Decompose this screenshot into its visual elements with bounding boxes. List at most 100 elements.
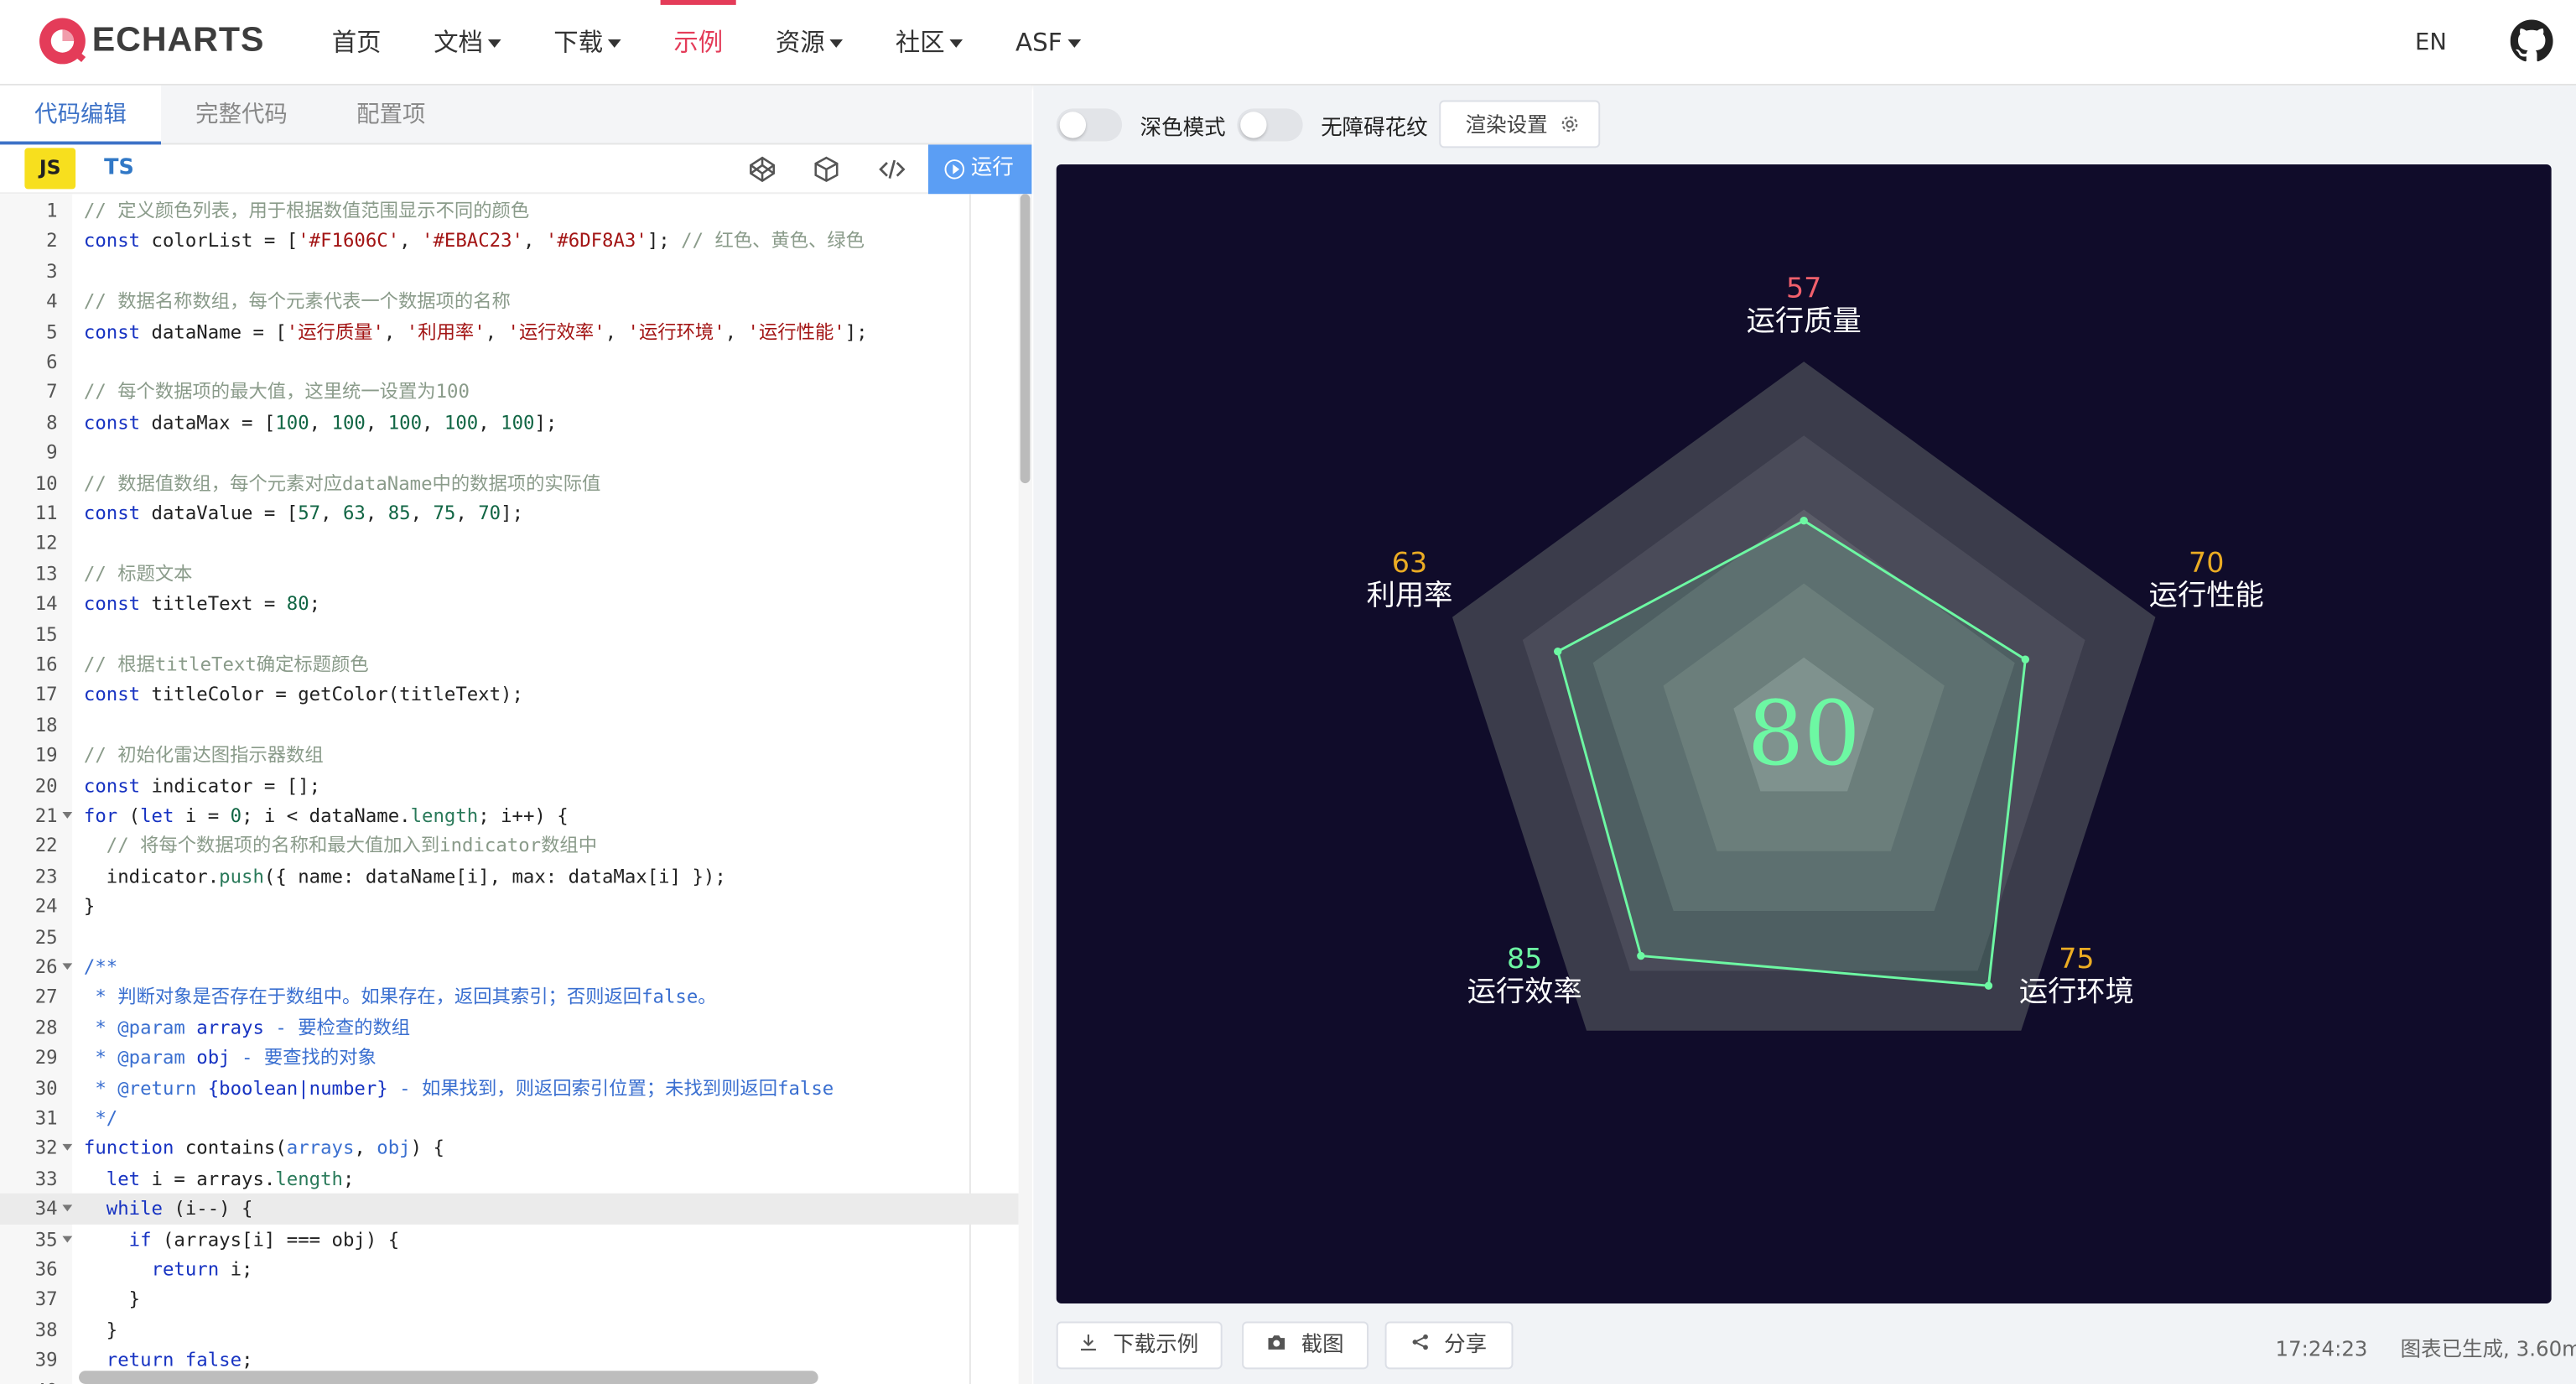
nav-item-label: 下载 bbox=[553, 28, 604, 58]
vertical-scrollbar[interactable] bbox=[1018, 194, 1032, 1384]
line-number: 4 bbox=[46, 289, 58, 313]
horizontal-scroll-thumb[interactable] bbox=[79, 1371, 818, 1384]
line-number: 19 bbox=[34, 743, 58, 767]
line-source: // 初始化雷达图指示器数组 bbox=[83, 743, 324, 767]
camera-icon bbox=[1267, 1323, 1287, 1367]
line-number: 7 bbox=[46, 380, 58, 403]
screenshot-button[interactable]: 截图 bbox=[1242, 1321, 1369, 1370]
caret-down-icon bbox=[829, 39, 844, 48]
render-settings-label: 渲染设置 bbox=[1465, 112, 1548, 137]
render-settings-button[interactable]: 渲染设置 bbox=[1439, 100, 1601, 148]
fold-arrow-icon[interactable] bbox=[62, 1144, 73, 1152]
line-source: for (let i = 0; i < dataName.length; i++… bbox=[83, 804, 569, 827]
line-source: if (arrays[i] === obj) { bbox=[128, 1227, 400, 1251]
codepen-icon[interactable] bbox=[747, 154, 776, 184]
line-number: 15 bbox=[34, 622, 58, 646]
nav-item-3[interactable]: 示例 bbox=[647, 0, 750, 86]
fold-arrow-icon[interactable] bbox=[62, 963, 73, 970]
code-line: 35 if (arrays[i] === obj) { bbox=[0, 1224, 1019, 1254]
code-line: 13 // 标题文本 bbox=[0, 559, 1019, 589]
nav-item-0[interactable]: 首页 bbox=[305, 0, 408, 86]
radar-data-point bbox=[1800, 517, 1808, 525]
fold-arrow-icon[interactable] bbox=[62, 1204, 73, 1212]
line-source: function contains(arrays, obj) { bbox=[83, 1136, 444, 1160]
line-number: 40 bbox=[0, 1375, 58, 1384]
github-icon[interactable] bbox=[2510, 19, 2553, 63]
code-line: 24} bbox=[0, 891, 1019, 921]
radar-data-point bbox=[1637, 951, 1645, 960]
code-line: 14 const titleText = 80; bbox=[0, 589, 1019, 619]
code-line: 31 */ bbox=[0, 1103, 1019, 1133]
code-line: 38 } bbox=[0, 1314, 1019, 1345]
code-line: 33 let i = arrays.length; bbox=[0, 1163, 1019, 1194]
nav-item-6[interactable]: ASF bbox=[989, 0, 1107, 86]
nav-item-label: ASF bbox=[1015, 28, 1062, 58]
run-button[interactable]: 运行 bbox=[927, 144, 1032, 195]
fold-arrow-icon[interactable] bbox=[62, 1235, 73, 1242]
nav-item-4[interactable]: 资源 bbox=[750, 0, 870, 86]
line-source: */ bbox=[83, 1106, 118, 1130]
lang-ts-button[interactable]: TS bbox=[94, 148, 145, 189]
line-source: // 数据名称数组，每个元素代表一个数据项的名称 bbox=[83, 289, 511, 313]
download-icon bbox=[1080, 1323, 1098, 1367]
chart-canvas[interactable]: 80 57 运行质量 63 利用率 85 运行效率 75 运行环境 70 运行性能 bbox=[1056, 164, 2552, 1303]
line-source: * @param obj - 要查找的对象 bbox=[83, 1045, 377, 1069]
code-icon[interactable] bbox=[877, 154, 906, 184]
editor-tab-0[interactable]: 代码编辑 bbox=[0, 85, 162, 145]
nav-item-label: 示例 bbox=[673, 28, 724, 58]
download-button[interactable]: 下载示例 bbox=[1056, 1321, 1223, 1370]
editor-tab-1[interactable]: 完整代码 bbox=[161, 86, 322, 145]
line-number: 20 bbox=[34, 773, 58, 797]
screenshot-label: 截图 bbox=[1301, 1333, 1344, 1358]
code-line: 25 bbox=[0, 922, 1019, 952]
radar-value-label: 63 bbox=[1392, 546, 1427, 579]
line-number: 33 bbox=[34, 1166, 58, 1190]
radar-data-point bbox=[2021, 655, 2030, 663]
code-line: 6 bbox=[0, 346, 1019, 377]
code-line: 16 // 根据titleText确定标题颜色 bbox=[0, 649, 1019, 679]
line-number: 16 bbox=[34, 652, 58, 676]
line-source: * 判断对象是否存在于数组中。如果存在，返回其索引；否则返回false。 bbox=[83, 985, 717, 1009]
line-number: 9 bbox=[46, 440, 58, 464]
echarts-logo[interactable]: ECHARTS bbox=[36, 15, 264, 68]
dark-mode-label: 深色模式 bbox=[1140, 117, 1226, 142]
nav-item-1[interactable]: 文档 bbox=[408, 0, 527, 86]
share-button[interactable]: 分享 bbox=[1384, 1321, 1514, 1370]
play-icon bbox=[944, 159, 965, 180]
line-number: 8 bbox=[46, 410, 58, 434]
language-switch[interactable]: EN bbox=[2415, 0, 2447, 86]
code-line: 37 } bbox=[0, 1284, 1019, 1314]
nav-item-5[interactable]: 社区 bbox=[870, 0, 989, 86]
line-source: const colorList = ['#F1606C', '#EBAC23',… bbox=[83, 229, 865, 252]
lang-js-button[interactable]: JS bbox=[24, 148, 76, 190]
vertical-scroll-thumb[interactable] bbox=[1020, 194, 1031, 484]
editor-tab-2[interactable]: 配置项 bbox=[322, 86, 460, 145]
radar-value-label: 85 bbox=[1507, 942, 1542, 975]
radar-value-label: 70 bbox=[2189, 546, 2224, 579]
decal-label: 无障碍花纹 bbox=[1321, 117, 1428, 142]
line-number: 26 bbox=[34, 955, 58, 978]
line-number: 10 bbox=[34, 471, 58, 495]
line-source: const dataName = ['运行质量', '利用率', '运行效率',… bbox=[83, 320, 868, 343]
nav-item-2[interactable]: 下载 bbox=[527, 0, 647, 86]
code-line: 3 bbox=[0, 256, 1019, 286]
line-number: 18 bbox=[34, 713, 58, 736]
line-source: // 根据titleText确定标题颜色 bbox=[83, 652, 369, 676]
render-status-text: 图表已生成, 3.60ms bbox=[2400, 1336, 2576, 1361]
code-line: 5 const dataName = ['运行质量', '利用率', '运行效率'… bbox=[0, 316, 1019, 346]
dark-mode-toggle[interactable] bbox=[1056, 108, 1123, 142]
code-line: 28 * @param arrays - 要检查的数组 bbox=[0, 1012, 1019, 1043]
nav-item-label: 文档 bbox=[434, 28, 484, 58]
code-line: 4 // 数据名称数组，每个元素代表一个数据项的名称 bbox=[0, 286, 1019, 316]
code-editor[interactable]: 1 // 定义颜色列表，用于根据数值范围显示不同的颜色 2 const colorLi… bbox=[0, 194, 1032, 1384]
fold-arrow-icon[interactable] bbox=[62, 812, 73, 819]
code-line: 34 while (i--) { bbox=[0, 1194, 1019, 1225]
decal-toggle[interactable] bbox=[1237, 108, 1303, 142]
code-line: 8 const dataMax = [100, 100, 100, 100, 10… bbox=[0, 408, 1019, 438]
line-number: 11 bbox=[34, 501, 58, 525]
radar-indicator-label: 运行质量 bbox=[1747, 304, 1862, 338]
codesandbox-icon[interactable] bbox=[812, 154, 841, 184]
code-line: 18 bbox=[0, 710, 1019, 740]
line-number: 34 bbox=[34, 1196, 58, 1220]
radar-indicator-label: 运行效率 bbox=[1467, 975, 1582, 1008]
